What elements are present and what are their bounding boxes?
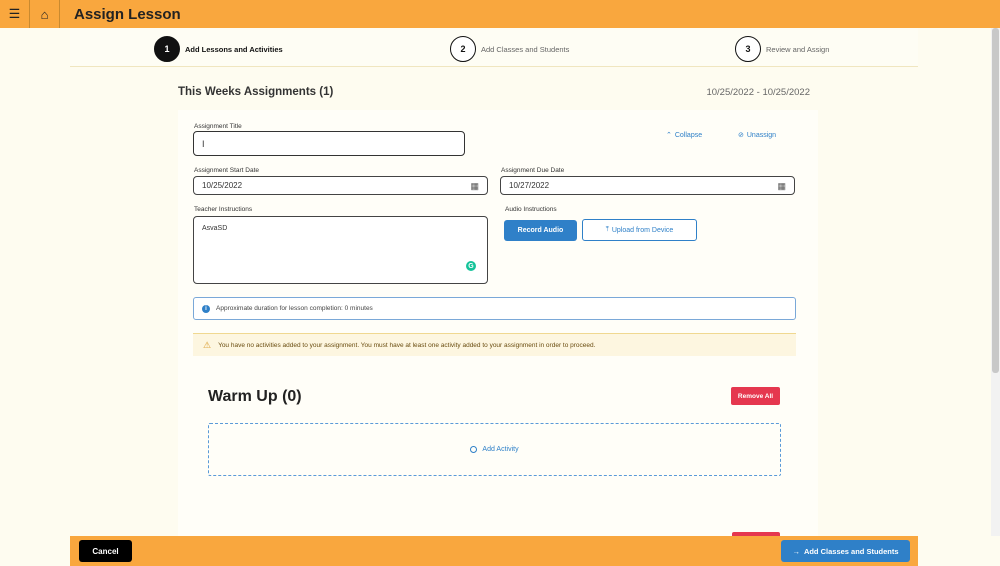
text-cursor-icon: I	[202, 138, 205, 149]
instructions-label: Teacher Instructions	[194, 206, 253, 213]
step-1[interactable]: 1 Add Lessons and Activities	[154, 36, 283, 62]
home-icon: ⌂	[40, 6, 49, 22]
record-audio-button[interactable]: Record Audio	[504, 220, 577, 241]
scrollbar-thumb[interactable]	[992, 28, 999, 373]
calendar-icon[interactable]: ▦	[777, 181, 786, 192]
add-icon	[470, 446, 478, 453]
step-1-number: 1	[154, 36, 180, 62]
page-title: Assign Lesson	[74, 5, 181, 23]
teacher-instructions-textarea[interactable]: AsvaSD	[193, 216, 488, 284]
step-3-label: Review and Assign	[766, 44, 830, 54]
start-date-input[interactable]: 10/25/2022 ▦	[193, 176, 488, 195]
warmup-title: Warm Up (0)	[208, 388, 302, 405]
duration-info-text: Approximate duration for lesson completi…	[216, 305, 373, 312]
due-date-input[interactable]: 10/27/2022 ▦	[500, 176, 795, 195]
step-3-number: 3	[735, 36, 761, 62]
title-label: Assignment Title	[194, 123, 242, 130]
step-1-label: Add Lessons and Activities	[185, 44, 283, 54]
start-date-value: 10/25/2022	[202, 181, 243, 190]
page-scrollbar[interactable]	[991, 28, 1000, 536]
chevron-up-icon: ⌃	[666, 132, 672, 139]
warning-text: You have no activities added to your ass…	[218, 341, 596, 349]
menu-button[interactable]: ☰	[0, 0, 30, 28]
top-bar: ☰ ⌂ Assign Lesson	[0, 0, 1000, 28]
step-3[interactable]: 3 Review and Assign	[735, 36, 829, 62]
due-date-value: 10/27/2022	[509, 181, 550, 190]
hamburger-icon: ☰	[8, 6, 21, 21]
step-2[interactable]: 2 Add Classes and Students	[450, 36, 569, 62]
warning-icon: ⚠	[203, 339, 212, 350]
upload-label: Upload from Device	[611, 226, 674, 234]
calendar-icon[interactable]: ▦	[470, 181, 479, 192]
collapse-button[interactable]: ⌃ Collapse	[666, 131, 703, 140]
cancel-button[interactable]: Cancel	[79, 540, 132, 562]
info-icon: i	[202, 304, 210, 313]
step-2-label: Add Classes and Students	[481, 44, 570, 54]
audio-instructions-label: Audio Instructions	[505, 206, 557, 213]
step-2-number: 2	[450, 36, 476, 62]
home-button[interactable]: ⌂	[30, 0, 60, 28]
add-activity-dropzone[interactable]: Add Activity	[208, 423, 781, 476]
week-date-range: 10/25/2022 - 10/25/2022	[706, 87, 810, 98]
unassign-icon: ⊘	[738, 132, 744, 139]
start-date-label: Assignment Start Date	[194, 167, 260, 174]
upload-icon: ⤒	[605, 226, 609, 233]
upload-from-device-button[interactable]: ⤒ Upload from Device	[582, 219, 697, 241]
grammarly-icon[interactable]: G	[466, 261, 476, 271]
remove-all-button[interactable]: Remove All	[731, 387, 780, 405]
add-classes-and-students-button[interactable]: → Add Classes and Students	[781, 540, 910, 562]
unassign-button[interactable]: ⊘ Unassign	[738, 131, 777, 140]
bottom-bar: Cancel → Add Classes and Students	[70, 536, 918, 566]
week-assignments-title: This Weeks Assignments (1)	[178, 86, 334, 98]
unassign-label: Unassign	[746, 131, 777, 139]
next-label: Add Classes and Students	[803, 546, 899, 556]
collapse-label: Collapse	[674, 131, 703, 139]
due-date-label: Assignment Due Date	[501, 167, 565, 174]
assignment-title-input[interactable]: I	[193, 131, 465, 156]
add-activity-label: Add Activity	[482, 446, 519, 453]
duration-info-bar: i Approximate duration for lesson comple…	[193, 297, 796, 320]
no-activities-warning: ⚠ You have no activities added to your a…	[193, 333, 796, 356]
arrow-right-icon: →	[792, 546, 800, 556]
instructions-value: AsvaSD	[202, 225, 228, 232]
stepper: 1 Add Lessons and Activities 2 Add Class…	[70, 28, 918, 67]
